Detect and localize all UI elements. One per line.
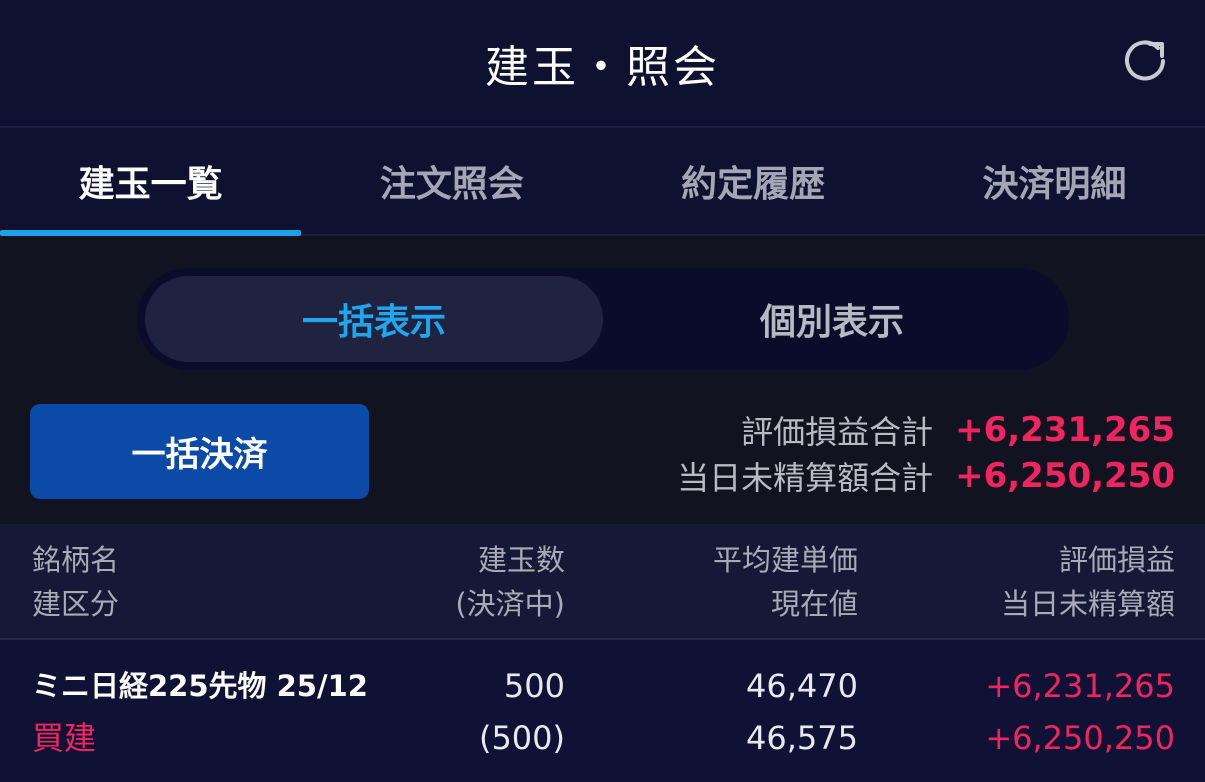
header-avg-price: 平均建単価 [712,543,858,577]
app-root: 建玉・照会 建玉一覧 注文照会 約定履歴 決済明細 一括表示 個別表示 一括決済… [0,0,1205,782]
page-title: 建玉・照会 [485,42,720,93]
control-panel: 一括表示 個別表示 一括決済 評価損益合計 +6,231,265 当日未精算額合… [0,236,1205,524]
row-settling: (500) [478,719,565,757]
row-symbol-name: ミニ日経225先物 25/12 [32,669,368,703]
header-unsettled: 当日未精算額 [1000,587,1175,621]
refresh-icon [1125,40,1165,81]
row-quantity: 500 [503,667,565,705]
bulk-display-button[interactable]: 一括表示 [145,276,603,362]
unsettled-total-label: 当日未精算額合計 [677,459,934,497]
refresh-button[interactable] [1117,33,1173,89]
tab-settlement-details[interactable]: 決済明細 [904,128,1205,234]
unsettled-total-row: 当日未精算額合計 +6,250,250 [677,454,1175,498]
pl-total-value: +6,231,265 [955,410,1175,450]
pl-total-label: 評価損益合計 [741,413,934,451]
individual-display-button[interactable]: 個別表示 [603,276,1061,362]
header-settling: (決済中) [455,587,565,621]
tab-execution-history[interactable]: 約定履歴 [603,128,904,234]
display-mode-toggle: 一括表示 個別表示 [137,268,1069,370]
table-row[interactable]: ミニ日経225先物 25/12 買建 500 (500) 46,470 46,5… [0,640,1205,782]
header-quantity: 建玉数 [477,543,565,577]
row-unsettled: +6,250,250 [985,719,1175,757]
row-pl: +6,231,265 [985,667,1175,705]
bulk-settle-button[interactable]: 一括決済 [30,404,369,499]
unsettled-total-value: +6,250,250 [955,456,1175,496]
header-symbol: 銘柄名 [32,543,120,577]
row-side: 買建 [32,719,97,757]
table-header: 銘柄名 建区分 建玉数 (決済中) 平均建単価 現在値 評価損益 当日未精算額 [0,524,1205,640]
header-current-price: 現在値 [770,587,858,621]
row-current-price: 46,575 [746,719,858,757]
tab-bar: 建玉一覧 注文照会 約定履歴 決済明細 [0,128,1205,236]
tab-positions[interactable]: 建玉一覧 [0,128,302,236]
tab-order-inquiry[interactable]: 注文照会 [301,128,602,234]
header-side: 建区分 [32,587,120,621]
app-header: 建玉・照会 [0,0,1205,128]
pl-total-row: 評価損益合計 +6,231,265 [741,408,1175,452]
header-pl: 評価損益 [1058,543,1175,577]
row-avg-price: 46,470 [746,667,858,705]
